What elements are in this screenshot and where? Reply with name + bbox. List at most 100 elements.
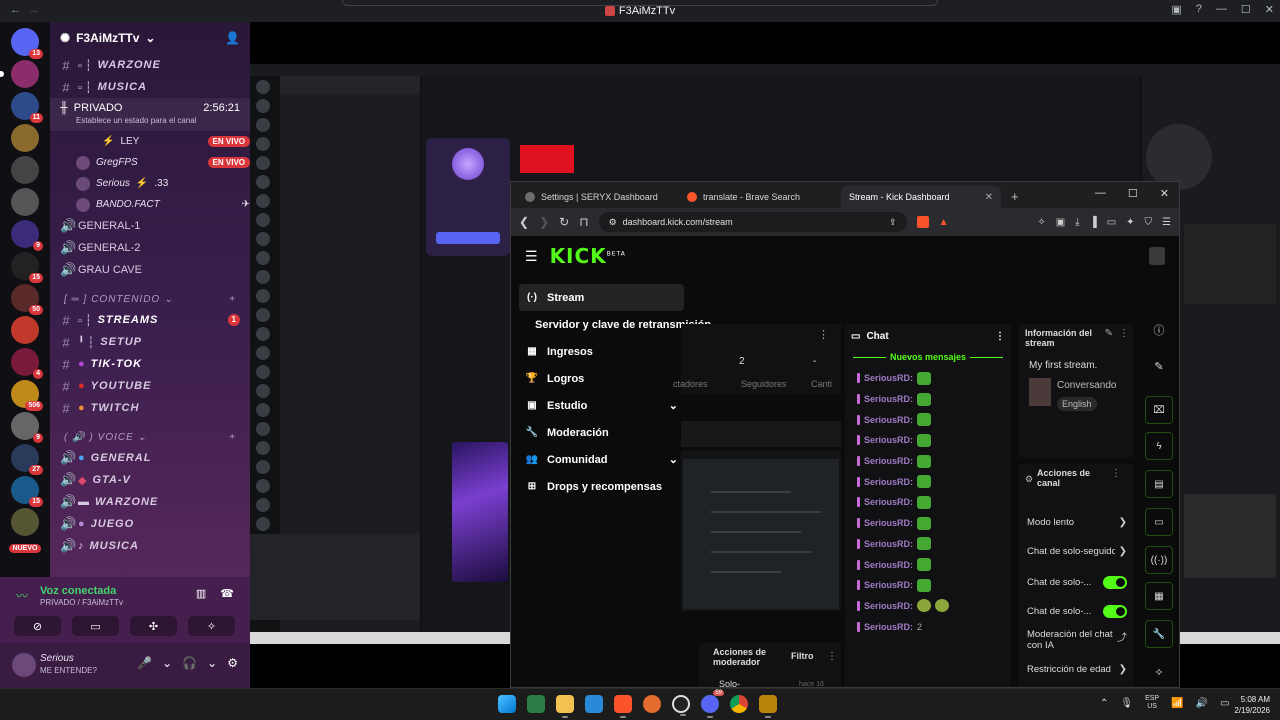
voice-channel-gta-v[interactable]: 🔊 ◆ GTA-V	[50, 469, 250, 491]
chat-message[interactable]: SeriousRD:	[845, 430, 1011, 451]
nav-logros[interactable]: 🏆 Logros	[519, 365, 684, 392]
new-messages-divider[interactable]: Nuevos mensajes	[853, 352, 1004, 362]
action-ai-moderation[interactable]: Moderación del chat con IA ⤴	[1027, 629, 1127, 651]
menu-icon[interactable]: ☰	[1162, 217, 1171, 228]
voice-channel-musica[interactable]: 🔊 ♪ MUSICA	[50, 535, 250, 557]
headphones-icon[interactable]: 🎧	[182, 656, 197, 670]
chat-message[interactable]: SeriousRD:	[845, 513, 1011, 534]
category-contenido[interactable]: [ ═ ] CONTENIDO ⌄ +	[50, 289, 250, 309]
brave-browser-icon[interactable]	[614, 695, 632, 718]
forward-arrow-icon[interactable]: →	[28, 4, 39, 16]
action-toggle-1[interactable]: Chat de solo-...	[1027, 576, 1127, 589]
tab-kick-dashboard[interactable]: Stream - Kick Dashboard ✕	[511, 186, 1001, 246]
channel-streams[interactable]: # ▫ ┆ STREAMS 1	[50, 309, 250, 331]
help-icon[interactable]: ?	[1196, 3, 1202, 16]
toggle-switch[interactable]	[1103, 605, 1127, 618]
avatar[interactable]	[12, 653, 36, 677]
chat-message[interactable]: SeriousRD:	[845, 471, 1011, 492]
chat-username[interactable]: SeriousRD:	[864, 415, 913, 425]
action-slow-mode[interactable]: Modo lento ❯	[1027, 517, 1127, 528]
server-icon[interactable]	[11, 156, 39, 184]
chat-username[interactable]: SeriousRD:	[864, 601, 913, 611]
broadcast-icon[interactable]: ((·))	[1145, 546, 1173, 574]
chat-username[interactable]: SeriousRD:	[864, 373, 913, 383]
wifi-icon[interactable]: 📶	[1171, 698, 1183, 709]
obs-icon[interactable]	[672, 695, 690, 716]
soundboard-button[interactable]: ✧	[188, 616, 235, 636]
sidebar-icon[interactable]: ▐	[1090, 217, 1097, 228]
channel-setup[interactable]: # ╹ ┆ SETUP	[50, 331, 250, 353]
voice-channel-warzone[interactable]: 🔊 ▬ WARZONE	[50, 491, 250, 513]
reload-icon[interactable]: ↻	[559, 215, 569, 229]
server-icon[interactable]	[0, 60, 39, 88]
battery-icon[interactable]: ▭	[1220, 698, 1229, 709]
nav-drops[interactable]: ⊞ Drops y recompensas	[519, 473, 684, 500]
more-icon[interactable]: ⋮	[827, 651, 837, 662]
server-home[interactable]: 13	[11, 28, 43, 59]
chat-message[interactable]: SeriousRD:	[845, 368, 1011, 389]
chat-message[interactable]: SeriousRD:	[845, 389, 1011, 410]
clip-icon[interactable]: ⌧	[1145, 396, 1173, 424]
chat-username[interactable]: SeriousRD:	[864, 580, 913, 590]
store-icon[interactable]	[527, 695, 545, 713]
tab-translate[interactable]: translate - Brave Search	[679, 186, 839, 208]
voice-channel-general-2[interactable]: 🔊 GENERAL-2	[50, 237, 250, 259]
server-icon[interactable]: 506	[11, 380, 43, 411]
chat-message[interactable]: SeriousRD: 2	[845, 616, 1011, 637]
vpn-icon[interactable]: ⛉	[1145, 217, 1153, 228]
chat-bubble-icon[interactable]: ▭	[1145, 508, 1173, 536]
chat-message[interactable]: SeriousRD:	[845, 492, 1011, 513]
back-arrow-icon[interactable]: ←	[10, 4, 21, 16]
chat-username[interactable]: SeriousRD:	[864, 539, 913, 549]
forward-icon[interactable]: ❯	[539, 215, 549, 229]
edit-icon[interactable]: ✎	[1105, 328, 1113, 339]
nav-comunidad[interactable]: 👥 Comunidad ⌄	[519, 446, 684, 473]
microphone-icon[interactable]: 🎙	[1120, 698, 1133, 709]
download-icon[interactable]: ⤓	[1075, 217, 1079, 228]
screenshot-icon[interactable]: ▣	[1056, 217, 1065, 228]
screen-share-button[interactable]: ▭	[72, 616, 119, 636]
server-icon[interactable]: 15	[11, 252, 43, 283]
tab-settings[interactable]: Settings | SERYX Dashboard	[517, 186, 677, 208]
volume-icon[interactable]: 🔊	[1196, 698, 1208, 709]
action-followers-only[interactable]: Chat de solo-seguidores❯	[1027, 546, 1127, 557]
discord-search-pill[interactable]	[342, 0, 938, 6]
action-age-restriction[interactable]: Restricción de edad ❯	[1027, 664, 1127, 675]
add-friend-icon[interactable]: 👤	[225, 31, 240, 45]
activities-button[interactable]: ✣	[130, 616, 177, 636]
voice-user[interactable]: BANDO.FACT ✈	[50, 194, 250, 215]
channel-youtube[interactable]: # ● YOUTUBE	[50, 375, 250, 397]
voice-channel-general[interactable]: 🔊 ● GENERAL	[50, 447, 250, 469]
chat-message[interactable]: SeriousRD:	[845, 554, 1011, 575]
server-icon[interactable]: 27	[11, 444, 43, 475]
site-settings-icon[interactable]: ⚙	[609, 217, 617, 228]
channel-musica[interactable]: # ▫ ┆ MUSICA	[50, 76, 250, 98]
close-icon[interactable]: ✕	[1265, 3, 1274, 16]
close-tab-icon[interactable]: ✕	[985, 192, 993, 203]
voice-user[interactable]: Serious ⚡ .33	[50, 173, 250, 194]
server-icon[interactable]	[11, 188, 39, 216]
channel-tik-tok[interactable]: # ● TIK-TOK	[50, 353, 250, 375]
microphone-app-icon[interactable]	[643, 695, 661, 713]
microphone-icon[interactable]: 🎤	[137, 656, 152, 670]
voice-channel-juego[interactable]: 🔊 ● JUEGO	[50, 513, 250, 535]
server-icon[interactable]: 9	[11, 220, 43, 251]
voice-channel-general-1[interactable]: 🔊 GENERAL-1	[50, 215, 250, 237]
more-icon[interactable]: ⋮	[995, 331, 1005, 342]
signal-icon[interactable]: 〰	[16, 587, 28, 604]
bookmark-icon[interactable]: ⊓	[579, 215, 588, 229]
voice-user[interactable]: ⚡ LEY EN VIVO	[50, 131, 250, 152]
file-explorer-icon[interactable]	[556, 695, 574, 718]
nav-ingresos[interactable]: ▦ Ingresos	[519, 338, 684, 365]
chrome-icon[interactable]	[730, 695, 748, 713]
settings-gear-icon[interactable]: ⚙	[227, 656, 238, 670]
chevron-down-icon[interactable]: ⌄	[207, 656, 217, 670]
chat-username[interactable]: SeriousRD:	[864, 518, 913, 528]
channel-twitch[interactable]: # ● TWITCH	[50, 397, 250, 419]
chat-message[interactable]: SeriousRD:	[845, 575, 1011, 596]
server-icon[interactable]: 50	[11, 284, 43, 315]
chevron-down-icon[interactable]: ⌄	[162, 656, 172, 670]
chat-message[interactable]: SeriousRD:	[845, 596, 1011, 617]
more-icon[interactable]: ⋮	[1111, 468, 1121, 479]
new-tab-icon[interactable]: +	[1003, 189, 1027, 208]
